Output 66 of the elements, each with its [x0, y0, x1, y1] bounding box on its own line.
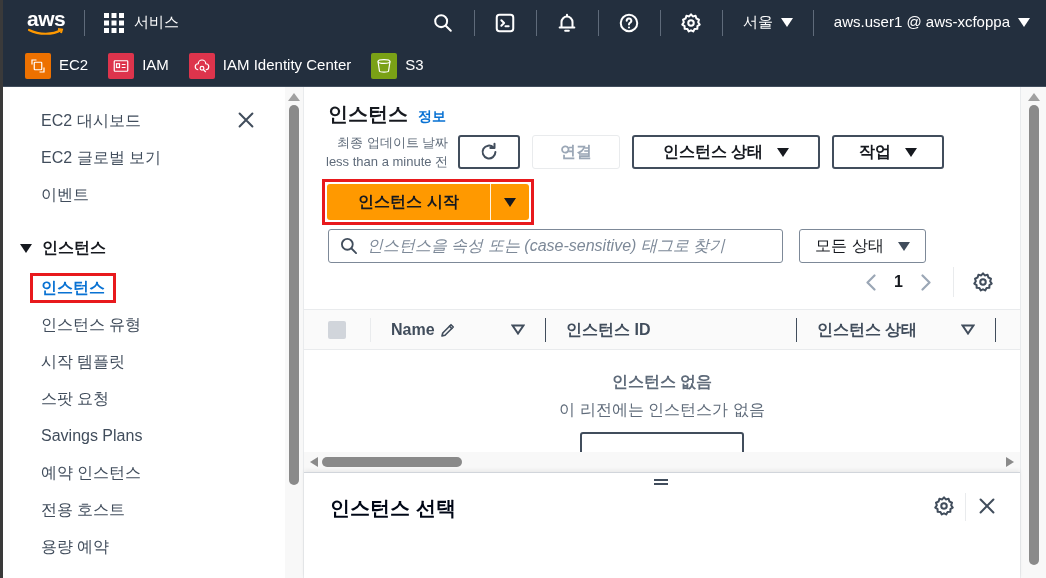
sidebar-link[interactable]: 시작 템플릿: [41, 347, 126, 377]
sidebar-link[interactable]: 전용 호스트: [41, 495, 126, 525]
caret-icon: [897, 241, 910, 251]
page-number[interactable]: 1: [894, 270, 903, 294]
settings-icon: [680, 11, 703, 34]
region-selector[interactable]: 서울: [722, 11, 813, 34]
settings-icon: [972, 271, 994, 293]
sidebar-link[interactable]: EC2 글로벌 보기: [41, 143, 161, 173]
dropdown-button[interactable]: 작업: [832, 135, 945, 169]
account-menu[interactable]: aws.user1 @ aws-xcfoppa: [813, 11, 1046, 34]
launch-options-button[interactable]: [491, 184, 529, 220]
sidebar-link[interactable]: 스팟 요청: [41, 384, 110, 414]
sidebar-link[interactable]: 용량 예약: [41, 532, 110, 562]
caret-icon: [20, 243, 32, 253]
empty-state-message: 이 리전에는 인스턴스가 없음: [559, 400, 765, 420]
sort-icon[interactable]: [961, 324, 975, 335]
favorite-service-link[interactable]: EC2: [25, 52, 89, 79]
column-header[interactable]: Name: [371, 317, 545, 342]
arrow-left-icon[interactable]: [310, 457, 318, 467]
search-field[interactable]: 인스턴스을 속성 또는 (case-sensitive) 태그로 찾기: [328, 229, 783, 263]
caret-icon: [1018, 18, 1030, 27]
chevron-left-icon: [866, 273, 877, 291]
sidebar-link[interactable]: 인스턴스 유형: [41, 310, 142, 340]
column-header[interactable]: 인스턴스 ID: [546, 317, 796, 342]
caret-icon: [504, 197, 516, 207]
caret-icon: [780, 18, 793, 27]
scrollbar[interactable]: [285, 87, 303, 578]
favorite-service-link[interactable]: S3: [371, 52, 424, 79]
help-icon: [618, 11, 641, 34]
panel-settings-button[interactable]: [933, 495, 955, 517]
column-header[interactable]: 인스턴스 상태: [797, 317, 995, 342]
settings-icon: [933, 495, 955, 517]
sidebar-link[interactable]: Savings Plans: [41, 421, 143, 451]
sidebar-section-toggle[interactable]: 인스턴스: [20, 236, 285, 260]
resize-handle[interactable]: [654, 479, 668, 485]
state-filter-dropdown[interactable]: 모든 상태: [799, 229, 926, 263]
last-updated-label: 최종 업데이트 날짜: [336, 134, 449, 152]
search-icon: [339, 236, 359, 256]
sidebar-link[interactable]: 예약 인스턴스: [41, 458, 142, 488]
select-all-checkbox[interactable]: [328, 320, 346, 339]
sort-icon[interactable]: [511, 324, 525, 335]
last-updated-time: less than a minute 전: [326, 153, 449, 171]
grid-icon: [104, 12, 125, 33]
scrollbar[interactable]: [1020, 87, 1046, 578]
sidebar-link[interactable]: 이벤트: [41, 180, 89, 210]
caret-icon: [777, 147, 790, 157]
sidebar-link[interactable]: 인스턴스: [30, 273, 116, 303]
favorite-service-link[interactable]: IAM: [108, 52, 169, 79]
logo[interactable]: aws: [27, 9, 66, 36]
favorite-service-link[interactable]: IAM Identity Center: [188, 52, 352, 79]
panel-title: 인스턴스 선택: [330, 496, 456, 521]
arrow-right-icon[interactable]: [1006, 457, 1014, 467]
empty-state-title: 인스턴스 없음: [611, 372, 713, 392]
terminal-icon: [494, 11, 517, 34]
search-icon: [432, 11, 455, 34]
page-title: 인스턴스: [328, 102, 408, 127]
services-menu-button[interactable]: 서비스: [104, 11, 180, 34]
dropdown-button[interactable]: 인스턴스 상태: [632, 135, 821, 169]
horizontal-scrollbar[interactable]: [304, 452, 1020, 472]
caret-icon: [905, 147, 918, 157]
preferences-button[interactable]: [972, 271, 994, 293]
sidebar-link[interactable]: EC2 대시보드: [41, 106, 141, 136]
launch-instance-button[interactable]: 인스턴스 시작: [327, 184, 491, 220]
refresh-button[interactable]: [458, 135, 521, 169]
chevron-right-icon: [921, 273, 931, 291]
info-link[interactable]: 정보: [418, 106, 446, 127]
